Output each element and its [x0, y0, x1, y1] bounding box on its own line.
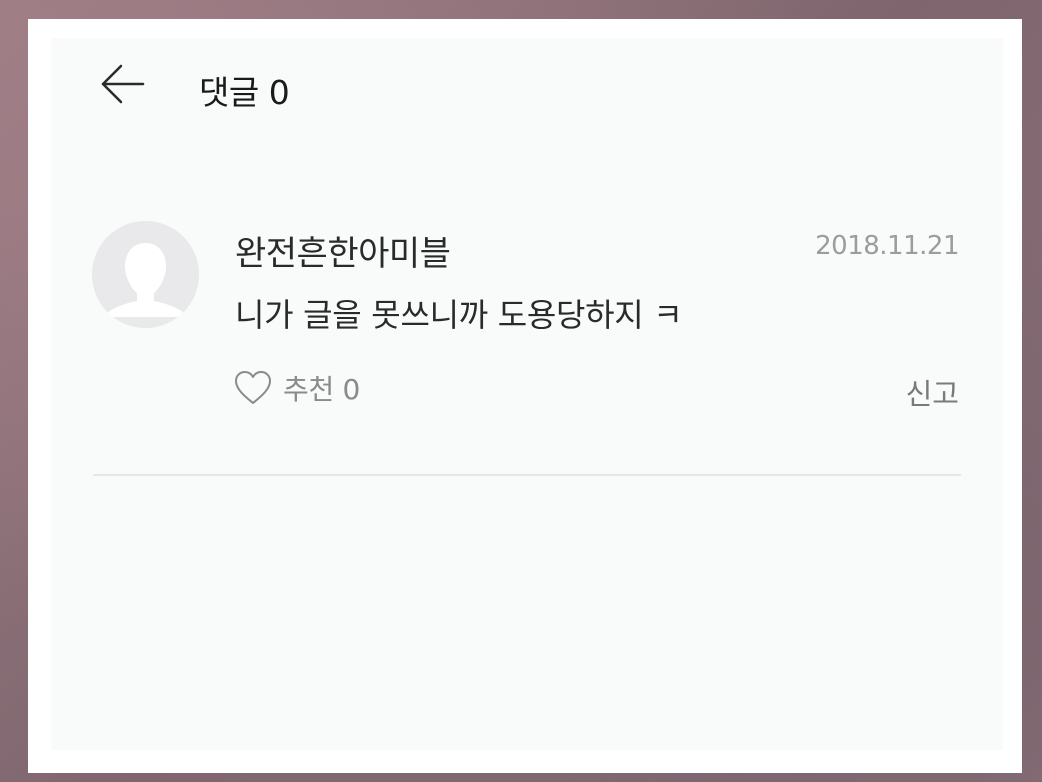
comment-author[interactable]: 완전흔한아미블 — [235, 226, 451, 275]
comment-date: 2018.11.21 — [815, 231, 959, 261]
report-button[interactable]: 신고 — [906, 371, 959, 413]
like-count-label: 추천 0 — [283, 373, 361, 406]
comment-text: 니가 글을 못쓰니까 도용당하지 ㅋ — [235, 296, 683, 334]
page-title: 댓글 0 — [199, 73, 290, 112]
back-button[interactable] — [99, 60, 147, 108]
comment-divider — [93, 474, 961, 476]
comments-screen: 댓글 0 완전흔한아미블 2018.11.21 니가 글을 못쓰니까 도용당하지… — [51, 38, 1003, 750]
avatar[interactable] — [92, 221, 199, 328]
empty-comments-message: 등록된 댓글이 없습니다 — [263, 736, 759, 750]
arrow-left-icon — [101, 64, 145, 104]
like-button[interactable]: 추천 0 — [233, 368, 360, 408]
default-user-avatar-icon — [92, 221, 199, 328]
heart-outline-icon — [235, 371, 271, 404]
